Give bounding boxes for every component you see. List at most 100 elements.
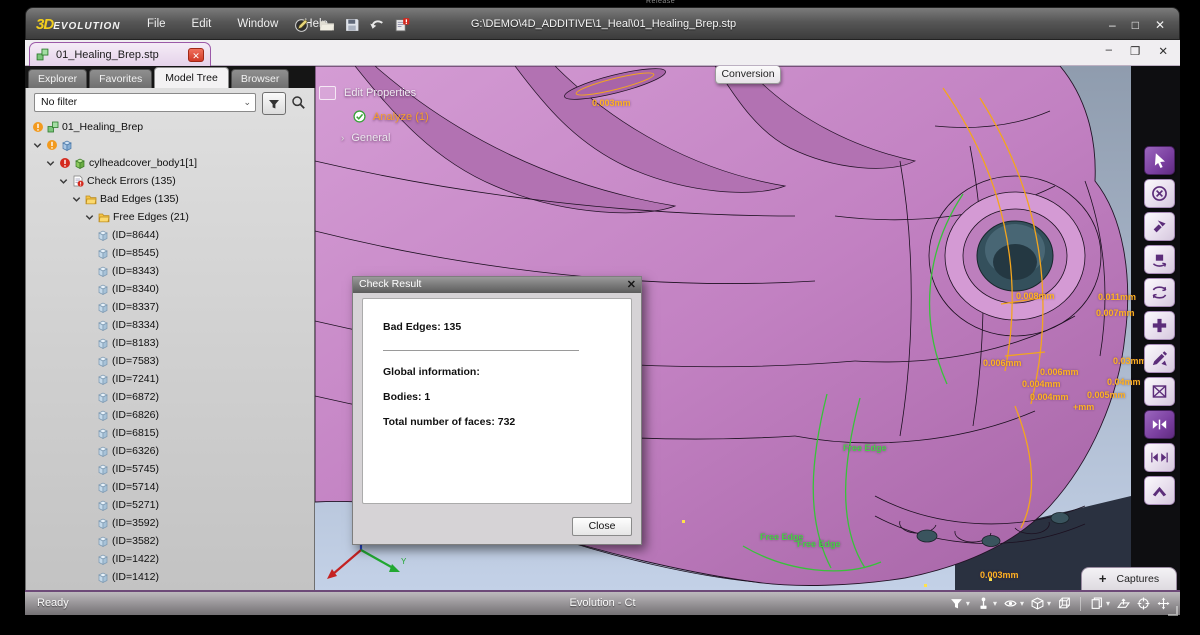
chevron-down-icon[interactable]: ▾ bbox=[993, 599, 997, 608]
add-capture-icon[interactable]: + bbox=[1099, 572, 1107, 585]
close-button[interactable]: ✕ bbox=[1155, 18, 1165, 32]
wireframe-mode-icon[interactable] bbox=[1058, 597, 1071, 610]
tree-item[interactable] bbox=[26, 136, 314, 154]
tree-item[interactable]: (ID=8545) bbox=[26, 244, 314, 262]
tree-item[interactable]: (ID=8644) bbox=[26, 226, 314, 244]
tree-item[interactable]: (ID=5271) bbox=[26, 496, 314, 514]
center-view-icon[interactable] bbox=[1137, 597, 1150, 610]
tree-item[interactable]: Check Errors (135) bbox=[26, 172, 314, 190]
tree-item[interactable]: (ID=7241) bbox=[26, 370, 314, 388]
chevron-down-icon[interactable]: ▾ bbox=[1020, 599, 1024, 608]
warning-icon bbox=[32, 121, 44, 133]
document-icon bbox=[36, 48, 49, 61]
menu-edit[interactable]: Edit bbox=[179, 8, 225, 41]
chevron-down-icon[interactable]: ▾ bbox=[1047, 599, 1051, 608]
titlebar: G:\DEMO\4D_ADDITIVE\1_Heal\01_Healing_Br… bbox=[25, 7, 1180, 40]
expand-selection-button[interactable] bbox=[1144, 443, 1175, 472]
display-filter-icon[interactable]: ▾ bbox=[950, 597, 970, 610]
tree-item-label: (ID=7583) bbox=[112, 355, 159, 367]
undo-icon[interactable] bbox=[369, 17, 385, 33]
tree-item-label: cylheadcover_body1[1] bbox=[89, 157, 197, 169]
resize-grip[interactable] bbox=[1168, 606, 1178, 616]
visibility-icon[interactable]: ▾ bbox=[1004, 597, 1024, 610]
tree-item[interactable]: (ID=6872) bbox=[26, 388, 314, 406]
tree-item[interactable]: (ID=6826) bbox=[26, 406, 314, 424]
search-icon[interactable] bbox=[291, 95, 306, 110]
clipping-plane-icon[interactable] bbox=[1117, 597, 1130, 610]
minimize-button[interactable]: – bbox=[1109, 18, 1116, 32]
tree-item-label: (ID=8545) bbox=[112, 247, 159, 259]
select-cursor-button[interactable] bbox=[1144, 146, 1175, 175]
app-logo: 3DEVOLUTION bbox=[36, 16, 121, 34]
edge-icon bbox=[97, 355, 109, 367]
check-circle-icon bbox=[353, 110, 366, 123]
doc-close-button[interactable]: ✕ bbox=[1158, 44, 1168, 58]
tree-item[interactable]: cylheadcover_body1[1] bbox=[26, 154, 314, 172]
conversion-tab[interactable]: Conversion bbox=[715, 66, 781, 84]
tree-item[interactable]: (ID=5714) bbox=[26, 478, 314, 496]
rotate-view-button[interactable] bbox=[1144, 245, 1175, 274]
report-icon[interactable] bbox=[394, 17, 410, 33]
tree-item[interactable]: Free Edges (21) bbox=[26, 208, 314, 226]
tree-item[interactable]: (ID=8343) bbox=[26, 262, 314, 280]
chevron-down-icon[interactable]: ▾ bbox=[1106, 599, 1110, 608]
total-faces: Total number of faces: 732 bbox=[383, 416, 516, 428]
edge-icon bbox=[97, 517, 109, 529]
save-icon[interactable] bbox=[344, 17, 360, 33]
tree-item[interactable]: (ID=3592) bbox=[26, 514, 314, 532]
analyze-label: Analyze (1) bbox=[373, 110, 429, 123]
tree-item[interactable]: (ID=8337) bbox=[26, 298, 314, 316]
pages-icon[interactable]: ▾ bbox=[1090, 597, 1110, 610]
tab-explorer[interactable]: Explorer bbox=[28, 69, 88, 88]
tree-item[interactable]: 01_Healing_Brep bbox=[26, 118, 314, 136]
tree-item[interactable]: (ID=5745) bbox=[26, 460, 314, 478]
tab-favorites[interactable]: Favorites bbox=[89, 69, 153, 88]
assembly-icon bbox=[47, 121, 59, 133]
tree-item[interactable]: (ID=1422) bbox=[26, 550, 314, 568]
maximize-button[interactable]: □ bbox=[1132, 18, 1139, 32]
tree-item[interactable]: (ID=3582) bbox=[26, 532, 314, 550]
viewport[interactable]: Conversion Edit Properties Analyze (1) ›… bbox=[315, 66, 1180, 590]
open-folder-icon[interactable] bbox=[319, 17, 335, 33]
orbit-view-button[interactable] bbox=[1144, 278, 1175, 307]
tree-item[interactable]: (ID=8340) bbox=[26, 280, 314, 298]
shading-mode-icon[interactable]: ▾ bbox=[1031, 597, 1051, 610]
filter-dropdown[interactable]: No filter ⌄ bbox=[34, 93, 256, 112]
chevron-down-icon: ⌄ bbox=[243, 97, 251, 107]
edit-transform-button[interactable] bbox=[1144, 344, 1175, 373]
tree-item[interactable]: (ID=8183) bbox=[26, 334, 314, 352]
analyze-item[interactable]: Analyze (1) bbox=[353, 110, 539, 123]
body-icon bbox=[74, 157, 86, 169]
document-close-button[interactable]: ✕ bbox=[188, 47, 204, 62]
tree-item[interactable]: (ID=6815) bbox=[26, 424, 314, 442]
collapse-toolbar-button[interactable] bbox=[1144, 476, 1175, 505]
filter-button[interactable] bbox=[262, 92, 286, 115]
macro-pen-icon[interactable] bbox=[294, 17, 310, 33]
tree-item[interactable]: (ID=6326) bbox=[26, 442, 314, 460]
dialog-titlebar[interactable]: Check Result bbox=[353, 277, 641, 293]
general-item[interactable]: › General bbox=[341, 132, 539, 144]
tree-item[interactable]: (ID=1412) bbox=[26, 568, 314, 586]
chevron-down-icon[interactable]: ▾ bbox=[966, 599, 970, 608]
dialog-close-button[interactable]: Close bbox=[572, 517, 632, 536]
menu-window[interactable]: Window bbox=[224, 8, 291, 41]
tab-browser[interactable]: Browser bbox=[230, 69, 290, 88]
tree-item[interactable]: Bad Edges (135) bbox=[26, 190, 314, 208]
doc-minimize-button[interactable]: – bbox=[1106, 44, 1112, 58]
menu-file[interactable]: File bbox=[134, 8, 179, 41]
tree-item[interactable]: (ID=8334) bbox=[26, 316, 314, 334]
zoom-fit-button[interactable] bbox=[1144, 311, 1175, 340]
tree-item[interactable]: (ID=7583) bbox=[26, 352, 314, 370]
captures-tab[interactable]: + Captures bbox=[1081, 567, 1177, 590]
annotation-pin-icon[interactable]: ▾ bbox=[977, 597, 997, 610]
document-tab[interactable]: 01_Healing_Brep.stp ✕ bbox=[29, 42, 211, 66]
tab-model-tree[interactable]: Model Tree bbox=[154, 67, 229, 88]
dialog-close-icon[interactable]: ✕ bbox=[627, 278, 636, 291]
deselect-button[interactable] bbox=[1144, 179, 1175, 208]
collapse-selection-button[interactable] bbox=[1144, 410, 1175, 439]
edit-properties-icon bbox=[319, 86, 336, 100]
doc-restore-button[interactable]: ❐ bbox=[1130, 44, 1140, 58]
measure-probe-button[interactable] bbox=[1144, 212, 1175, 241]
bounding-box-button[interactable] bbox=[1144, 377, 1175, 406]
status-text: Ready bbox=[37, 597, 69, 609]
